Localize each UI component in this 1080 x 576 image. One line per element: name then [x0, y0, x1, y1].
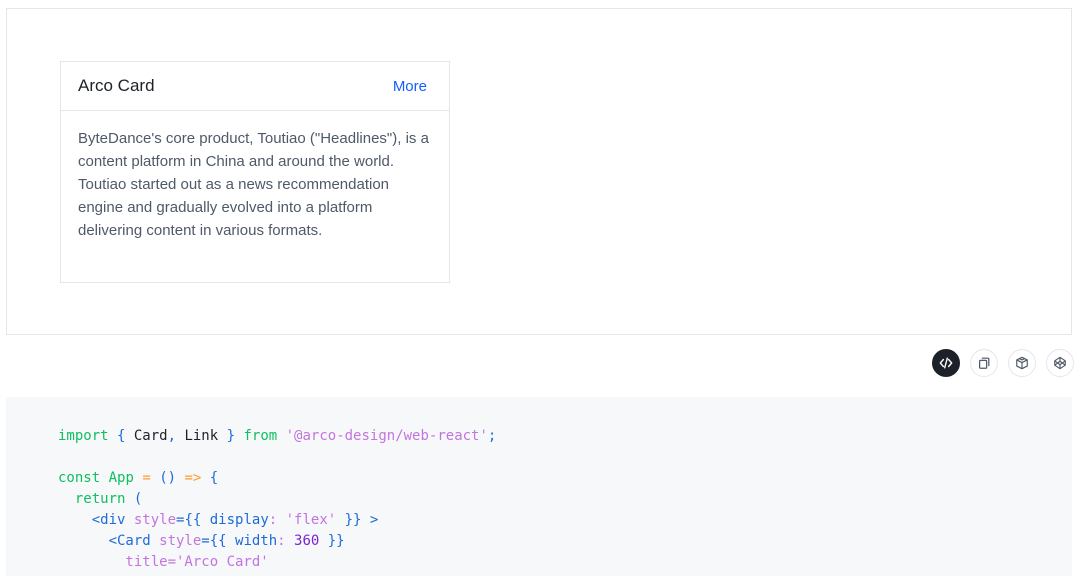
code-line: return (: [58, 491, 143, 507]
copy-button[interactable]: [970, 349, 998, 377]
code-block: import { Card, Link } from '@arco-design…: [6, 397, 1072, 576]
code-line: import { Card, Link } from '@arco-design…: [58, 428, 497, 444]
demo-preview: Arco Card More ByteDance's core product,…: [6, 8, 1072, 335]
show-code-button[interactable]: [932, 349, 960, 377]
code-icon: [939, 356, 953, 370]
card-title: Arco Card: [78, 76, 155, 95]
code-text: import { Card, Link } from '@arco-design…: [6, 397, 1072, 573]
copy-icon: [977, 356, 991, 370]
code-line: <Card style={{ width: 360 }}: [58, 533, 345, 549]
codepen-button[interactable]: [1046, 349, 1074, 377]
card-body: ByteDance's core product, Toutiao ("Head…: [78, 130, 429, 239]
more-link[interactable]: More: [393, 78, 427, 95]
codesandbox-button[interactable]: [1008, 349, 1036, 377]
codepen-icon: [1053, 356, 1067, 370]
card-header: Arco Card More: [61, 62, 449, 111]
code-line-empty: [58, 447, 1072, 468]
code-line: <div style={{ display: 'flex' }} >: [58, 512, 379, 528]
arco-card: Arco Card More ByteDance's core product,…: [60, 61, 450, 283]
codesandbox-icon: [1015, 356, 1029, 370]
code-line: const App = () => {: [58, 470, 219, 486]
code-line: title='Arco Card': [58, 554, 269, 570]
code-toolbar: [932, 349, 1074, 377]
